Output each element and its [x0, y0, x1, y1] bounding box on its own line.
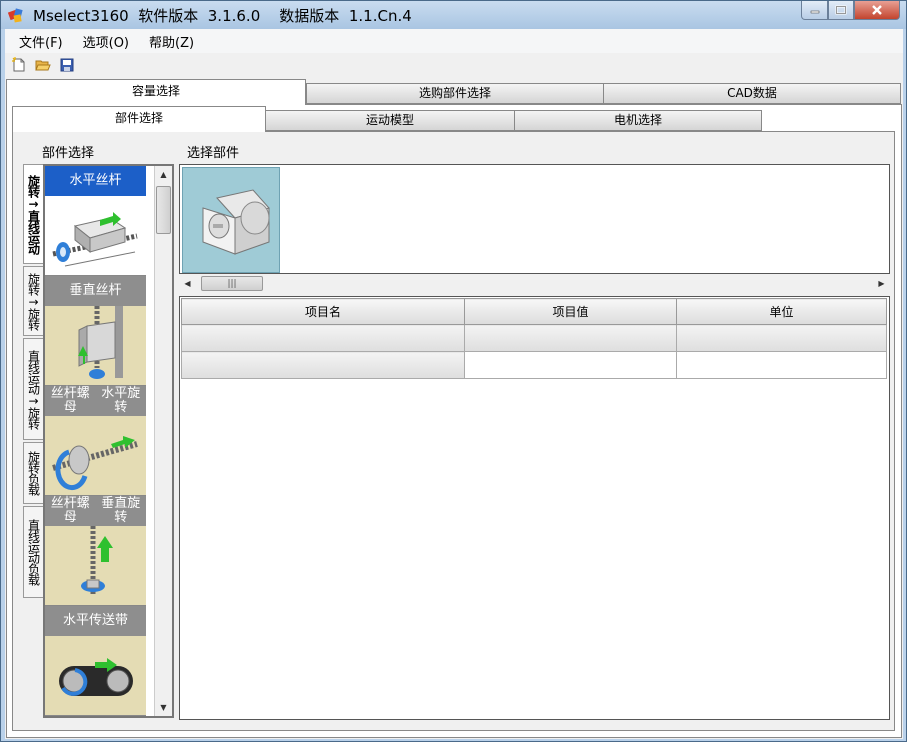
selected-parts-heading: 选择部件: [187, 146, 240, 161]
capacity-selection-panel: 部件选择 运动模型 电机选择 部件选择 选择部件 旋转→直线运动 旋转→旋转 直…: [6, 104, 902, 738]
selected-part-motor[interactable]: [182, 167, 280, 273]
component-title-line: 丝杆螺母: [50, 386, 90, 415]
table-cell: [676, 351, 887, 379]
component-horizontal-belt-conveyor[interactable]: 水平传送带: [45, 606, 146, 716]
close-icon: [872, 5, 882, 15]
menu-help[interactable]: 帮助(Z): [143, 32, 200, 51]
tab-motion-model[interactable]: 运动模型: [265, 110, 515, 131]
category-tab-rotary-to-linear[interactable]: 旋转→直线运动: [23, 164, 43, 264]
table-cell[interactable]: [464, 324, 677, 352]
minimize-icon: [810, 10, 819, 14]
horizontal-ball-screw-icon: [45, 196, 146, 275]
component-horizontal-ball-screw[interactable]: 水平丝杆: [45, 166, 146, 276]
scroll-up-arrow-icon[interactable]: ▲: [155, 166, 172, 183]
component-nut-rotation-vertical[interactable]: 丝杆螺母 垂直旋转: [45, 496, 146, 606]
component-vertical-ball-screw[interactable]: 垂直丝杆: [45, 276, 146, 386]
component-nut-rotation-horizontal[interactable]: 丝杆螺母 水平旋转: [45, 386, 146, 496]
table-cell: [181, 351, 465, 379]
servo-motor-icon: [202, 189, 270, 255]
category-tab-linear-load[interactable]: 直线运动负载: [23, 506, 43, 598]
category-tab-rotary-to-rotary[interactable]: 旋转→旋转: [23, 266, 43, 336]
open-folder-icon: [35, 60, 51, 71]
table-cell: [181, 324, 465, 352]
table-row[interactable]: [181, 351, 887, 379]
title-bar[interactable]: Mselect3160 软件版本 3.1.6.0 数据版本 1.1.Cn.4: [1, 1, 906, 29]
column-header-item-value[interactable]: 项目值: [464, 298, 677, 325]
menu-options[interactable]: 选项(O): [77, 32, 135, 51]
nut-rotation-horizontal-icon: [52, 436, 138, 491]
outer-tab-bar: 容量选择 选购部件选择 CAD数据: [5, 79, 903, 105]
table-row[interactable]: [181, 324, 887, 352]
table-cell: [676, 324, 887, 352]
toolbar: [5, 53, 903, 77]
open-folder-button[interactable]: [33, 55, 53, 75]
app-logo-icon: [7, 8, 23, 23]
component-title: 丝杆螺母 垂直旋转: [45, 496, 146, 526]
tab-option-parts[interactable]: 选购部件选择: [306, 83, 604, 104]
table-cell[interactable]: [464, 351, 677, 379]
property-grid: 项目名 项目值 单位: [179, 296, 890, 720]
category-tab-rotary-load[interactable]: 旋转负载: [23, 442, 43, 504]
property-table: 项目名 项目值 单位: [181, 298, 887, 379]
scroll-left-arrow-icon[interactable]: ◀: [179, 275, 196, 292]
component-title: 丝杆螺母 水平旋转: [45, 386, 146, 416]
part-selection-heading: 部件选择: [42, 146, 95, 161]
nut-rotation-vertical-icon: [81, 526, 113, 594]
vertical-ball-screw-icon: [78, 306, 123, 379]
tab-part-selection[interactable]: 部件选择: [12, 106, 266, 132]
column-header-item-name[interactable]: 项目名: [181, 298, 465, 325]
save-icon: [60, 58, 74, 72]
tab-cad-data[interactable]: CAD数据: [603, 83, 901, 104]
tab-capacity-selection[interactable]: 容量选择: [6, 79, 306, 105]
scroll-down-arrow-icon[interactable]: ▼: [155, 699, 172, 716]
column-header-unit[interactable]: 单位: [676, 298, 887, 325]
new-file-icon: [12, 57, 25, 72]
minimize-button[interactable]: [801, 1, 828, 20]
part-selection-panel: 部件选择 选择部件 旋转→直线运动 旋转→旋转 直线运动→旋转 旋转负载 直线运…: [12, 131, 895, 731]
tab-motor-selection[interactable]: 电机选择: [514, 110, 762, 131]
category-tab-linear-to-rotary[interactable]: 直线运动→旋转: [23, 338, 43, 440]
hscrollbar-thumb[interactable]: |||: [201, 276, 263, 291]
component-title: 垂直丝杆: [45, 276, 146, 306]
app-window: Mselect3160 软件版本 3.1.6.0 数据版本 1.1.Cn.4 文…: [0, 0, 907, 742]
component-title: 水平丝杆: [45, 166, 146, 196]
window-title: Mselect3160 软件版本 3.1.6.0 数据版本 1.1.Cn.4: [33, 7, 412, 25]
save-button[interactable]: [57, 55, 77, 75]
component-title-line: 水平旋转: [101, 386, 141, 415]
component-title: 水平传送带: [45, 606, 146, 636]
component-title-line: 丝杆螺母: [50, 496, 90, 525]
close-button[interactable]: [854, 1, 900, 20]
component-list: 水平丝杆 垂直丝杆 丝杆螺母 水平旋转 丝杆螺母 垂直旋转 水平传送带 ▲ ▼: [43, 164, 174, 718]
category-tab-strip: 旋转→直线运动 旋转→旋转 直线运动→旋转 旋转负载 直线运动负载: [23, 164, 43, 604]
maximize-button[interactable]: [828, 1, 854, 20]
component-list-scrollbar[interactable]: ▲ ▼: [154, 166, 172, 716]
client-area: 文件(F) 选项(O) 帮助(Z) 容量选择 选购部件选择 CAD数据 部件选择…: [5, 29, 903, 739]
scrollbar-thumb[interactable]: [156, 186, 171, 234]
maximize-icon: [835, 5, 847, 15]
selected-parts-hscrollbar[interactable]: ◀ ||| ▶: [179, 274, 890, 292]
horizontal-belt-conveyor-icon: [59, 658, 133, 696]
selected-parts-box: [179, 164, 890, 274]
scroll-right-arrow-icon[interactable]: ▶: [873, 275, 890, 292]
menu-file[interactable]: 文件(F): [13, 32, 69, 51]
component-title-line: 垂直旋转: [101, 496, 141, 525]
new-file-button[interactable]: [9, 55, 29, 75]
menu-bar: 文件(F) 选项(O) 帮助(Z): [5, 29, 903, 53]
